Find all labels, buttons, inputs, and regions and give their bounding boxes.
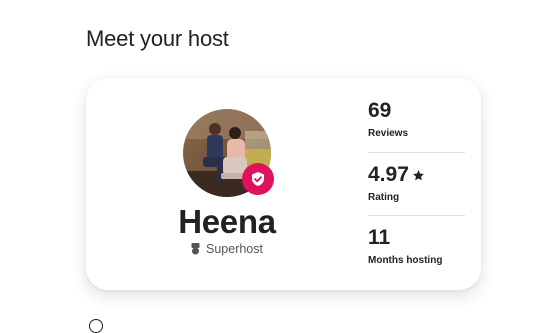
host-name: Heena bbox=[178, 203, 276, 240]
stat-divider bbox=[368, 215, 465, 216]
stat-reviews: 69 Reviews bbox=[368, 99, 465, 139]
partial-icon bbox=[89, 319, 103, 333]
shield-check-icon bbox=[252, 172, 264, 186]
host-profile-card[interactable]: Heena Superhost 69 Reviews 4.97 Rating 1… bbox=[86, 78, 481, 290]
section-title: Meet your host bbox=[86, 26, 229, 51]
stat-reviews-label: Reviews bbox=[368, 128, 409, 139]
stat-rating-number: 4.97 bbox=[368, 163, 409, 186]
star-icon bbox=[412, 169, 424, 180]
stat-rating-value: 4.97 bbox=[368, 163, 465, 187]
stat-months-value: 11 bbox=[368, 226, 465, 250]
stat-reviews-value: 69 bbox=[368, 99, 465, 123]
host-profile: Heena Superhost bbox=[86, 78, 368, 290]
stat-reviews-number: 69 bbox=[368, 99, 392, 122]
stat-months-label: Months hosting bbox=[368, 255, 443, 266]
stat-divider bbox=[368, 152, 465, 153]
superhost-label: Superhost bbox=[206, 242, 263, 256]
superhost-badge: Superhost bbox=[86, 242, 368, 256]
stat-rating-label: Rating bbox=[368, 192, 400, 203]
stat-months-hosting: 11 Months hosting bbox=[368, 226, 465, 266]
verified-badge bbox=[242, 163, 274, 195]
host-avatar-wrap bbox=[183, 109, 274, 197]
host-stats: 69 Reviews 4.97 Rating 11 Months hosting bbox=[368, 78, 468, 290]
superhost-medal-icon bbox=[191, 243, 200, 255]
stat-rating: 4.97 Rating bbox=[368, 163, 465, 203]
stat-months-number: 11 bbox=[368, 226, 391, 249]
